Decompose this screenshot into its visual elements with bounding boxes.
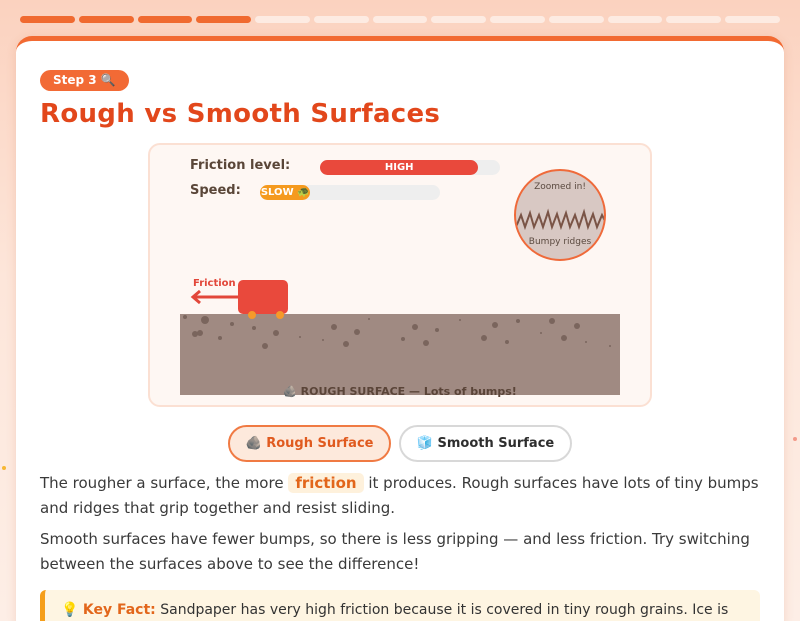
lightbulb-icon: 💡 bbox=[61, 602, 79, 618]
progress-segment bbox=[548, 16, 604, 23]
progress-segment bbox=[196, 16, 252, 23]
zoom-lens: Zoomed in! Bumpy ridges bbox=[514, 169, 606, 261]
rough-ground bbox=[180, 314, 620, 395]
sliding-block[interactable] bbox=[238, 280, 288, 314]
progress-segment bbox=[20, 16, 75, 23]
friction-level-label: Friction level: bbox=[190, 158, 291, 173]
friction-arrow bbox=[190, 290, 238, 304]
rough-surface-button[interactable]: 🪨 Rough Surface bbox=[228, 425, 391, 462]
speed-label: Speed: bbox=[190, 183, 241, 198]
ground-bumps bbox=[183, 315, 611, 349]
progress-segment bbox=[666, 16, 722, 23]
friction-simulation: Friction level: HIGH Speed: SLOW 🐢 Zoome… bbox=[148, 143, 652, 407]
smooth-surface-button[interactable]: 🧊 Smooth Surface bbox=[399, 425, 572, 462]
explanation-paragraph-1: The rougher a surface, the more friction… bbox=[40, 471, 762, 521]
progress-segment bbox=[431, 16, 487, 23]
key-fact-text: Sandpaper has very high friction because… bbox=[160, 602, 729, 618]
block-wheel-right bbox=[276, 311, 284, 319]
progress-segment bbox=[725, 16, 780, 23]
step-badge: Step 3 🔍 bbox=[40, 70, 129, 91]
progress-segment bbox=[607, 16, 663, 23]
zoom-title: Zoomed in! bbox=[534, 182, 586, 192]
friction-arrow-label: Friction bbox=[193, 278, 236, 289]
decorative-dot bbox=[793, 437, 797, 441]
para1-text-before: The rougher a surface, the more bbox=[40, 474, 289, 492]
progress-segment bbox=[490, 16, 545, 23]
progress-segment bbox=[78, 16, 134, 23]
lesson-progress-bar bbox=[20, 16, 780, 23]
progress-segment bbox=[255, 16, 310, 23]
explanation-paragraph-2: Smooth surfaces have fewer bumps, so the… bbox=[40, 530, 750, 573]
friction-level-fill: HIGH bbox=[320, 160, 479, 175]
friction-level-meter: HIGH bbox=[320, 160, 500, 175]
speed-meter: SLOW 🐢 bbox=[260, 185, 440, 200]
block-wheel-left bbox=[248, 311, 256, 319]
zoom-caption: Bumpy ridges bbox=[528, 237, 592, 247]
page-title: Rough vs Smooth Surfaces bbox=[40, 99, 441, 129]
bumpy-ridges-graphic bbox=[516, 208, 604, 231]
progress-segment bbox=[372, 16, 428, 23]
key-fact-callout: 💡 Key Fact: Sandpaper has very high fric… bbox=[40, 590, 760, 621]
surface-caption: 🪨 ROUGH SURFACE — Lots of bumps! bbox=[283, 385, 517, 398]
friction-keyword: friction bbox=[288, 473, 364, 493]
decorative-dot bbox=[2, 466, 6, 470]
key-fact-label: Key Fact: bbox=[82, 602, 156, 618]
speed-fill: SLOW 🐢 bbox=[260, 185, 311, 200]
lesson-card: Step 3 🔍 Rough vs Smooth Surfaces Fricti… bbox=[16, 36, 784, 621]
progress-segment bbox=[137, 16, 193, 23]
progress-segment bbox=[313, 16, 369, 23]
